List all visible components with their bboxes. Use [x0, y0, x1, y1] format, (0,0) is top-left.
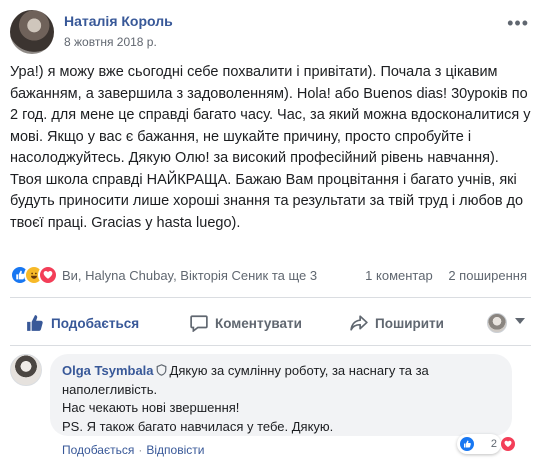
viewer-avatar[interactable]: [487, 313, 507, 333]
comments-count[interactable]: 1 коментар: [365, 268, 433, 283]
more-icon[interactable]: •••: [507, 13, 529, 34]
post-stats: Ви, Halyna Chubay, Вікторія Сеник та ще …: [10, 263, 531, 287]
divider: [10, 345, 531, 346]
reaction-icons[interactable]: [10, 265, 60, 285]
comment-reactions[interactable]: 2: [456, 434, 516, 454]
comment-button-label: Коментувати: [215, 315, 302, 331]
share-icon: [350, 315, 368, 331]
love-reaction-icon: [38, 265, 58, 285]
love-reaction-icon: [499, 436, 516, 452]
comment-actions: Подобається · Відповісти: [62, 443, 204, 457]
reactors-summary[interactable]: Ви, Halyna Chubay, Вікторія Сеник та ще …: [62, 268, 317, 283]
comment-line-2: Нас чекають нові звершення!: [62, 400, 240, 415]
engagement-counts: 1 коментар 2 поширення: [353, 268, 527, 283]
comment-line-3: PS. Я також багато навчилася у тебе. Дяк…: [62, 418, 334, 434]
commenter-name[interactable]: Olga Tsymbala: [62, 363, 154, 378]
like-button[interactable]: Подобається: [26, 305, 139, 341]
post-date[interactable]: 8 жовтня 2018 р.: [64, 35, 157, 49]
post-header: Наталія Король 8 жовтня 2018 р. •••: [10, 8, 531, 58]
comment-reply-link[interactable]: Відповісти: [146, 443, 204, 457]
share-button[interactable]: Поширити: [350, 305, 444, 341]
shield-icon: [156, 364, 166, 376]
comment-icon: [190, 315, 208, 332]
comment-bubble: Olga Tsymbala Дякую за сумлінну роботу, з…: [50, 354, 512, 436]
shares-count[interactable]: 2 поширення: [448, 268, 527, 283]
comment-like-link[interactable]: Подобається: [62, 443, 134, 457]
post-actions: Подобається Коментувати Поширити: [10, 305, 531, 341]
post-text: Ура!) я можу вже сьогодні себе похвалити…: [10, 64, 531, 231]
chevron-down-icon[interactable]: [515, 318, 525, 324]
comment-button[interactable]: Коментувати: [190, 305, 302, 341]
separator: ·: [138, 443, 143, 457]
like-button-label: Подобається: [51, 315, 140, 331]
divider: [10, 297, 531, 298]
commenter-avatar[interactable]: [10, 354, 42, 386]
post-card: Наталія Король 8 жовтня 2018 р. ••• Ура!…: [0, 0, 541, 463]
share-button-label: Поширити: [375, 315, 444, 331]
comment: Olga Tsymbala Дякую за сумлінну роботу, з…: [10, 350, 531, 463]
comment-reaction-count: 2: [490, 438, 497, 450]
thumbs-up-icon: [27, 315, 43, 331]
like-reaction-icon: [458, 436, 475, 452]
post-author-name[interactable]: Наталія Король: [64, 13, 173, 29]
author-avatar[interactable]: [10, 10, 54, 54]
